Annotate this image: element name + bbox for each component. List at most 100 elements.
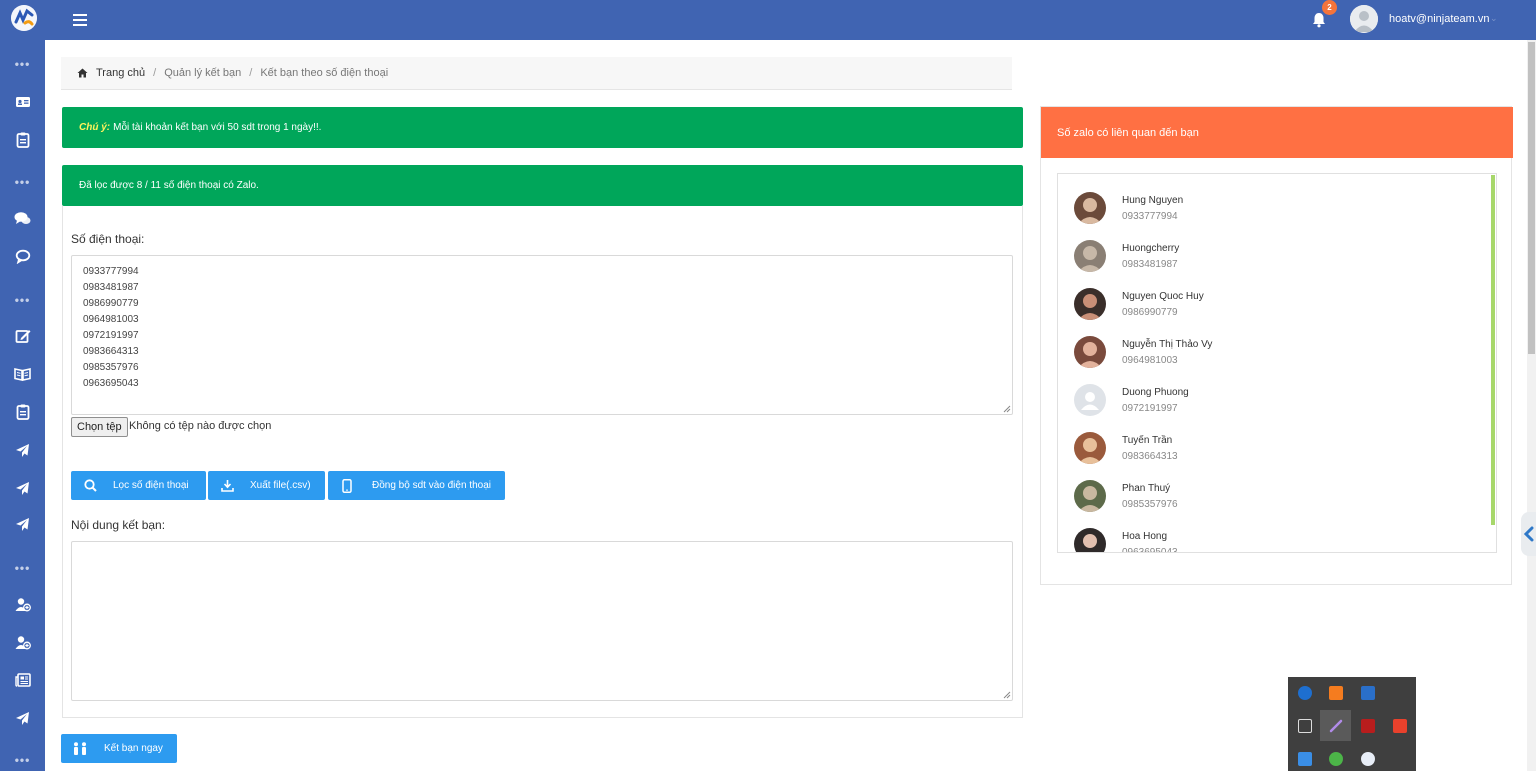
search-icon [75, 479, 105, 492]
comments-icon[interactable] [0, 204, 45, 232]
top-navbar: 2 hoatv@ninjateam.vn ⌄ [0, 0, 1536, 40]
id-card-icon[interactable] [0, 88, 45, 116]
choose-file-button[interactable]: Chọn tệp [71, 417, 128, 437]
sidebar-dots-icon: ••• [14, 753, 31, 767]
breadcrumb-separator: / [153, 67, 157, 79]
user-avatar[interactable] [1350, 5, 1378, 33]
export-csv-label: Xuất file(.csv) [250, 480, 311, 491]
friend-phone: 0963695043 [1122, 547, 1178, 553]
related-zalo-title: Số zalo có liên quan đến bạn [1041, 107, 1513, 158]
phone-line: 0933777994 [83, 266, 139, 277]
tray-copy-icon[interactable] [1298, 719, 1312, 733]
friend-form-card: Số điện thoại: 0933777994 0983481987 09869… [62, 206, 1023, 718]
friend-item[interactable]: Phan Thuý 0985357976 [1058, 472, 1478, 520]
phone-line: 0985357976 [83, 362, 139, 373]
filter-phone-button[interactable]: Lọc số điện thoại [71, 471, 206, 500]
friend-phone: 0983664313 [1122, 451, 1178, 462]
tray-pdf-icon[interactable] [1361, 719, 1375, 733]
mobile-icon [332, 478, 362, 493]
friend-avatar [1074, 240, 1106, 272]
note-alert: Chú ý: Mỗi tài khoản kết bạn với 50 sdt … [62, 107, 1023, 148]
home-icon[interactable] [77, 68, 88, 78]
resize-handle-icon[interactable] [1003, 405, 1011, 413]
tray-network-icon[interactable] [1298, 752, 1312, 766]
add-friend-button[interactable]: Kết bạn ngay [61, 734, 177, 763]
note-label: Chú ý: [79, 122, 111, 133]
comment-icon[interactable] [0, 242, 45, 270]
clipboard-icon[interactable] [0, 126, 45, 154]
filter-result-alert: Đã lọc được 8 / 11 số điện thoại có Zalo… [62, 165, 1023, 206]
friend-name: Nguyễn Thị Thảo Vy [1122, 339, 1213, 350]
friend-item[interactable]: Huongcherry 0983481987 [1058, 232, 1478, 280]
breadcrumb-current: Kết bạn theo số điện thoại [260, 67, 389, 79]
friend-item[interactable]: Nguyễn Thị Thảo Vy 0964981003 [1058, 328, 1478, 376]
friend-avatar [1074, 384, 1106, 416]
friend-name: Hung Nguyen [1122, 195, 1184, 206]
tray-pen-icon[interactable] [1329, 719, 1343, 733]
message-textarea[interactable] [71, 541, 1013, 701]
phone-line: 0983481987 [83, 282, 139, 293]
chevron-left-icon[interactable] [1521, 512, 1536, 556]
friend-item[interactable]: Hoa Hong 0963695043 [1058, 520, 1478, 553]
resize-handle-icon[interactable] [1003, 691, 1011, 699]
sidebar-dots-icon: ••• [14, 175, 31, 189]
related-friend-list[interactable]: Hung Nguyen 0933777994 Huongcherry 09834819… [1057, 173, 1497, 553]
newspaper-icon[interactable] [0, 666, 45, 694]
friend-item[interactable]: Duong Phuong 0972191997 [1058, 376, 1478, 424]
phone-list-content: 0933777994 0983481987 0986990779 0964981003… [83, 264, 139, 392]
phone-label: Số điện thoại: [71, 232, 145, 246]
user-add-icon[interactable] [0, 628, 45, 656]
friend-item[interactable]: Tuyến Trần 0983664313 [1058, 424, 1478, 472]
chevron-down-icon[interactable]: ⌄ [1490, 13, 1498, 24]
list-scrollbar[interactable] [1491, 175, 1495, 525]
breadcrumb-section-link[interactable]: Quản lý kết bạn [164, 67, 241, 79]
send-icon[interactable] [0, 436, 45, 464]
friend-avatar [1074, 192, 1106, 224]
download-icon [212, 479, 242, 492]
phone-line: 0964981003 [83, 314, 139, 325]
file-status-text: Không có tệp nào được chọn [129, 420, 272, 432]
breadcrumb: Trang chủ / Quản lý kết bạn / Kết bạn th… [61, 57, 1012, 90]
friend-name: Phan Thuý [1122, 483, 1171, 494]
clipboard-icon[interactable] [0, 398, 45, 426]
edit-icon[interactable] [0, 322, 45, 350]
tray-xampp-icon[interactable] [1329, 686, 1343, 700]
sync-phone-button[interactable]: Đồng bộ sdt vào điện thoại [328, 471, 505, 500]
friend-item[interactable]: Hung Nguyen 0933777994 [1058, 184, 1478, 232]
phone-line: 0986990779 [83, 298, 139, 309]
tray-chat-icon[interactable] [1361, 752, 1375, 766]
sidebar: ••• ••• ••• ••• ••• [0, 40, 45, 771]
export-csv-button[interactable]: Xuất file(.csv) [208, 471, 325, 500]
phone-list-textarea[interactable]: 0933777994 0983481987 0986990779 0964981003… [71, 255, 1013, 415]
friend-avatar [1074, 480, 1106, 512]
app-logo[interactable] [11, 5, 37, 31]
friend-name: Huongcherry [1122, 243, 1180, 254]
tray-s-icon[interactable] [1393, 719, 1407, 733]
user-email[interactable]: hoatv@ninjateam.vn [1389, 13, 1489, 25]
phone-line: 0983664313 [83, 346, 139, 357]
friend-item[interactable]: Nguyen Quoc Huy 0986990779 [1058, 280, 1478, 328]
phone-line: 0963695043 [83, 378, 139, 389]
filter-result-text: Đã lọc được 8 / 11 số điện thoại có Zalo… [79, 180, 259, 191]
sidebar-dots-icon: ••• [14, 561, 31, 575]
page-scrollbar[interactable] [1527, 40, 1536, 771]
send-icon[interactable] [0, 704, 45, 732]
message-label: Nội dung kết bạn: [71, 518, 166, 532]
breadcrumb-home-link[interactable]: Trang chủ [96, 67, 145, 79]
tray-app-icon[interactable] [1298, 686, 1312, 700]
book-icon[interactable] [0, 360, 45, 388]
friend-name: Duong Phuong [1122, 387, 1189, 398]
friend-avatar [1074, 432, 1106, 464]
sidebar-dots-icon: ••• [14, 293, 31, 307]
send-icon[interactable] [0, 510, 45, 538]
friend-phone: 0972191997 [1122, 403, 1178, 414]
send-icon[interactable] [0, 474, 45, 502]
menu-toggle-button[interactable] [71, 12, 89, 28]
friend-name: Tuyến Trần [1122, 435, 1173, 446]
user-add-icon[interactable] [0, 590, 45, 618]
friend-name: Nguyen Quoc Huy [1122, 291, 1204, 302]
friend-phone: 0986990779 [1122, 307, 1178, 318]
tray-check-icon[interactable] [1329, 752, 1343, 766]
tray-window-icon[interactable] [1361, 686, 1375, 700]
friend-avatar [1074, 528, 1106, 552]
